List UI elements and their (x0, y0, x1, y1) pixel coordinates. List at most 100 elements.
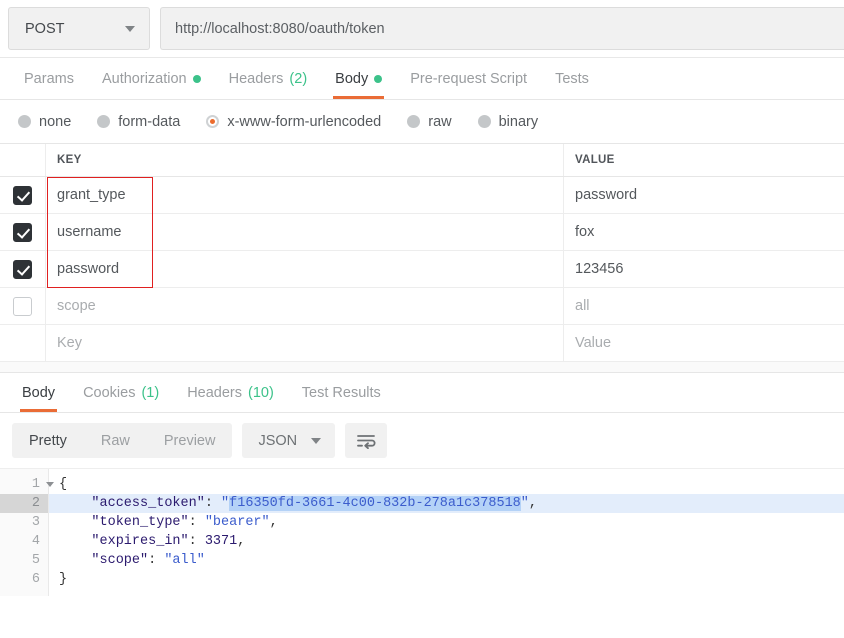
table-header-value: VALUE (575, 154, 615, 166)
radio-icon (97, 115, 111, 128)
response-tab-bar: Body Cookies (1) Headers (10) Test Resul… (0, 373, 844, 413)
row-check-cell (0, 214, 46, 250)
tab-authorization[interactable]: Authorization (88, 58, 215, 99)
code-key-scope: "scope" (91, 553, 149, 568)
status-dot-icon (192, 74, 201, 83)
gutter-line-number: 4 (31, 534, 40, 549)
response-tab-headers-count: (10) (248, 384, 274, 401)
body-type-binary[interactable]: binary (477, 113, 539, 130)
code-line: "access_token": "f16350fd-3661-4c00-832b… (49, 494, 844, 513)
radio-icon (18, 115, 31, 128)
body-type-none[interactable]: none (18, 114, 71, 130)
status-dot-icon (374, 74, 383, 83)
url-value: http://localhost:8080/oauth/token (175, 20, 385, 37)
view-mode-raw[interactable]: Raw (84, 423, 147, 458)
code-value-token-type: "bearer" (204, 515, 270, 530)
code-line: "token_type": "bearer", (91, 515, 278, 530)
table-header-row: KEY VALUE (0, 144, 844, 177)
row-value-input[interactable]: all (564, 288, 844, 324)
tab-tests[interactable]: Tests (541, 58, 603, 99)
body-type-form-data[interactable]: form-data (97, 114, 180, 130)
wrap-lines-icon (357, 434, 376, 449)
request-tab-bar: Params Authorization Headers (2) Body Pr… (0, 58, 844, 100)
code-key-expires-in: "expires_in" (91, 534, 189, 549)
gutter-line: 4 (0, 532, 48, 551)
code-value-expires-in: 3371 (204, 534, 238, 549)
fold-caret-icon[interactable] (46, 482, 54, 487)
gutter-line: 5 (0, 551, 48, 570)
table-row-empty: Key Value (0, 325, 844, 362)
body-type-binary-label: binary (498, 113, 539, 130)
tab-headers[interactable]: Headers (2) (215, 58, 322, 99)
radio-icon (477, 115, 491, 128)
request-url-bar: POST http://localhost:8080/oauth/token (0, 0, 844, 58)
row-key-input[interactable]: grant_type (46, 177, 564, 213)
body-params-table: KEY VALUE grant_type password username f… (0, 143, 844, 362)
code-line: } (49, 570, 844, 589)
http-method-select[interactable]: POST (8, 7, 150, 50)
response-tab-test-results[interactable]: Test Results (288, 373, 395, 412)
body-type-x-www-form-urlencoded[interactable]: x-www-form-urlencoded (206, 114, 381, 130)
row-checkbox[interactable] (13, 222, 32, 242)
tab-pre-request-script-label: Pre-request Script (410, 70, 528, 87)
table-bottom-filler (0, 362, 844, 373)
gutter-line-number: 6 (31, 572, 40, 587)
row-value-input[interactable]: fox (564, 214, 844, 250)
response-tab-cookies[interactable]: Cookies (1) (69, 373, 173, 412)
row-value-input[interactable]: password (564, 177, 844, 213)
new-row-key-input[interactable]: Key (46, 325, 564, 361)
table-row: grant_type password (0, 177, 844, 214)
row-value-input[interactable]: 123456 (564, 251, 844, 287)
table-header-key: KEY (46, 144, 564, 176)
row-check-cell (0, 251, 46, 287)
row-check-cell (0, 325, 46, 361)
response-body-viewer: 1 2 3 4 5 6 { "access_token": "f16350fd-… (0, 468, 844, 596)
tab-tests-label: Tests (555, 70, 589, 87)
gutter-line-number: 1 (31, 477, 40, 492)
body-type-raw[interactable]: raw (407, 114, 452, 130)
code-lines[interactable]: { "access_token": "f16350fd-3661-4c00-83… (49, 469, 844, 596)
gutter-line-number: 5 (31, 553, 40, 568)
response-tab-headers[interactable]: Headers (10) (173, 373, 288, 412)
response-tab-cookies-count: (1) (141, 384, 160, 401)
radio-icon (407, 115, 421, 128)
row-key-input[interactable]: scope (46, 288, 564, 324)
row-key-input[interactable]: username (46, 214, 564, 250)
code-close-brace: } (59, 572, 68, 587)
row-checkbox[interactable] (13, 185, 32, 205)
url-input[interactable]: http://localhost:8080/oauth/token (160, 7, 844, 50)
code-line: { (49, 475, 844, 494)
view-mode-group: Pretty Raw Preview (12, 423, 233, 458)
response-format-value: JSON (258, 432, 298, 449)
code-key-access-token: "access_token" (91, 496, 205, 511)
gutter-line-number: 3 (31, 515, 40, 530)
table-row: password 123456 (0, 251, 844, 288)
chevron-down-icon (311, 437, 322, 444)
body-type-radio-group: none form-data x-www-form-urlencoded raw… (0, 100, 844, 143)
view-mode-pretty[interactable]: Pretty (12, 423, 84, 458)
response-tab-body[interactable]: Body (8, 373, 69, 412)
new-row-value-input[interactable]: Value (564, 325, 844, 361)
tab-body[interactable]: Body (321, 58, 396, 99)
gutter-line: 2 (0, 494, 48, 513)
row-checkbox[interactable] (13, 296, 32, 316)
http-method-value: POST (25, 20, 65, 37)
tab-headers-count: (2) (289, 70, 308, 87)
response-tab-cookies-label: Cookies (83, 384, 136, 401)
tab-params-label: Params (24, 70, 74, 87)
tab-pre-request-script[interactable]: Pre-request Script (396, 58, 541, 99)
code-value-access-token: f16350fd-3661-4c00-832b-278a1c378518 (229, 496, 521, 511)
gutter-line: 3 (0, 513, 48, 532)
tab-params[interactable]: Params (10, 58, 88, 99)
table-row: scope all (0, 288, 844, 325)
row-key-input[interactable]: password (46, 251, 564, 287)
wrap-lines-button[interactable] (345, 423, 388, 458)
view-mode-preview[interactable]: Preview (147, 423, 233, 458)
table-row: username fox (0, 214, 844, 251)
row-checkbox[interactable] (13, 259, 32, 279)
response-format-select[interactable]: JSON (242, 423, 336, 458)
chevron-down-icon (125, 25, 135, 32)
body-type-x-www-form-urlencoded-label: x-www-form-urlencoded (227, 113, 382, 130)
response-tab-body-label: Body (22, 384, 56, 401)
code-line: "scope": "all" (91, 553, 205, 568)
